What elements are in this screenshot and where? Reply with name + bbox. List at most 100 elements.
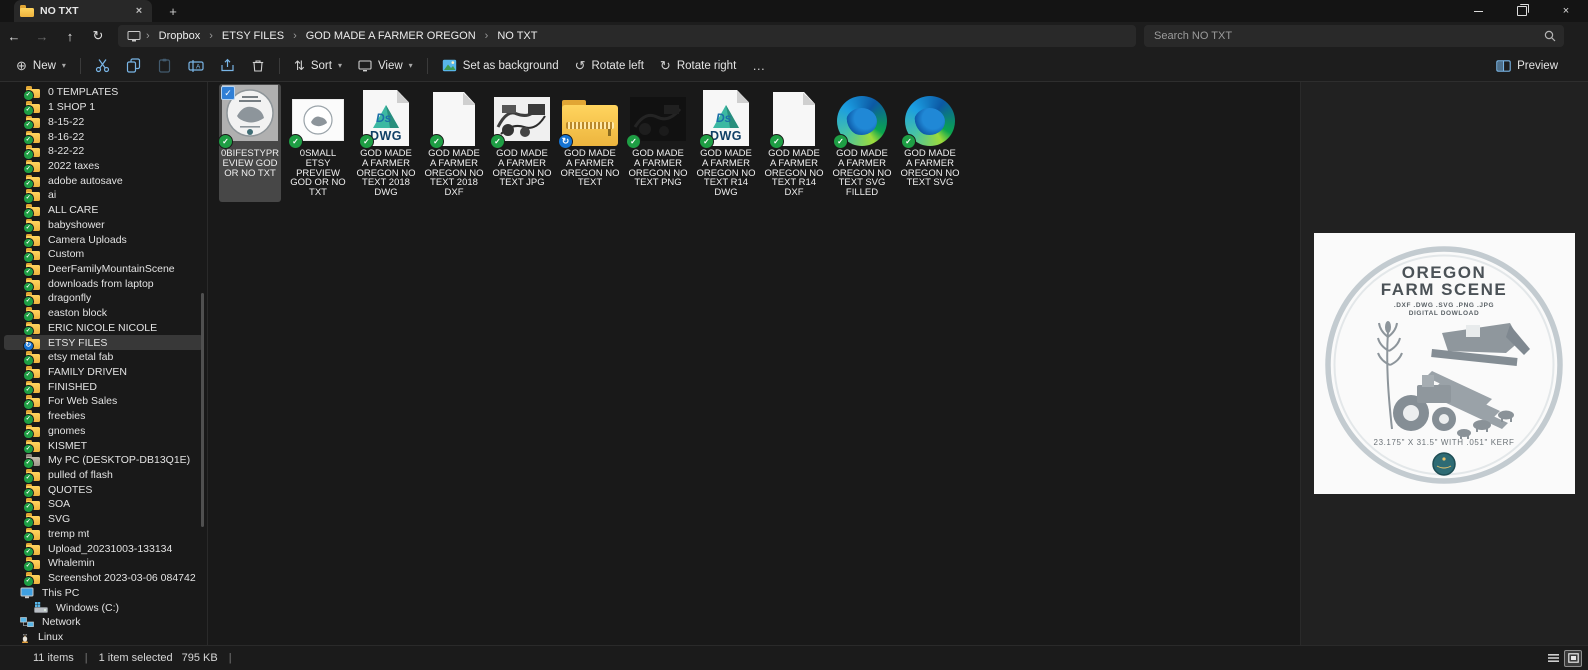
- sidebar-item-windows-c[interactable]: Windows (C:): [4, 600, 203, 615]
- details-view-button[interactable]: [1544, 650, 1562, 667]
- file-item[interactable]: ↻ GOD MADE A FARMER OREGON NO TEXT: [558, 84, 621, 202]
- sidebar-item-0-templates[interactable]: ✓ 0 TEMPLATES: [4, 85, 203, 101]
- sidebar-item-this-pc[interactable]: This PC: [4, 585, 203, 600]
- file-item[interactable]: ✓ 0SMALL ETSY PREVIEW GOD OR NO TXT: [287, 84, 349, 202]
- sidebar-item-label: pulled of flash: [48, 469, 113, 482]
- minimize-button[interactable]: [1456, 0, 1500, 22]
- sidebar-item-quotes[interactable]: ✓ QUOTES: [4, 482, 203, 499]
- synced-check-icon: ✓: [901, 134, 916, 149]
- new-label: New: [32, 59, 56, 72]
- sidebar-item-all-care[interactable]: ✓ ALL CARE: [4, 203, 203, 219]
- sidebar-item-2022-taxes[interactable]: ✓ 2022 taxes: [4, 159, 203, 175]
- file-name: GOD MADE A FARMER OREGON NO TEXT: [560, 148, 620, 189]
- breadcrumb-item[interactable]: ETSY FILES: [216, 29, 290, 43]
- cut-button[interactable]: [87, 53, 118, 78]
- picture-icon: [442, 59, 456, 72]
- sort-button[interactable]: ⇅ Sort ▾: [286, 53, 350, 78]
- sidebar-item-linux[interactable]: Linux: [4, 630, 203, 645]
- search-input[interactable]: [1152, 29, 1544, 43]
- more-options-button[interactable]: …: [744, 53, 773, 78]
- sidebar-item-upload-20231003-133134[interactable]: ✓ Upload_20231003-133134: [4, 541, 203, 558]
- delete-button[interactable]: [243, 53, 273, 78]
- up-button[interactable]: ↑: [56, 29, 84, 44]
- sidebar-item-soa[interactable]: ✓ SOA: [4, 497, 203, 513]
- sidebar-item-label: adobe autosave: [48, 174, 123, 187]
- toolbar-separator: [79, 57, 81, 74]
- sidebar-item-svg[interactable]: ✓ SVG: [4, 512, 203, 528]
- refresh-button[interactable]: ↻: [84, 28, 112, 44]
- sidebar-item-etsy-metal-fab[interactable]: ✓ etsy metal fab: [4, 350, 203, 366]
- breadcrumb-item[interactable]: Dropbox: [153, 29, 207, 43]
- sidebar-item-freebies[interactable]: ✓ freebies: [4, 409, 203, 425]
- sidebar-item-screenshot-2023-03-06-084742[interactable]: ✓ Screenshot 2023-03-06 084742: [4, 571, 203, 587]
- sidebar-item-gnomes[interactable]: ✓ gnomes: [4, 424, 203, 440]
- sidebar-item-ai[interactable]: ✓ ai: [4, 188, 203, 204]
- synced-check-icon: ✓: [769, 134, 784, 149]
- sidebar-item-for-web-sales[interactable]: ✓ For Web Sales: [4, 394, 203, 410]
- file-item[interactable]: ✓ GOD MADE A FARMER OREGON NO TEXT SVG FI…: [831, 84, 893, 202]
- sidebar-item-custom[interactable]: ✓ Custom: [4, 247, 203, 263]
- file-item[interactable]: ✓ GOD MADE A FARMER OREGON NO TEXT SVG: [899, 84, 961, 202]
- new-button[interactable]: ⊕ New ▾: [8, 53, 74, 78]
- view-button[interactable]: View ▾: [350, 53, 421, 78]
- sidebar-item-my-pc-desktop-db13q1e[interactable]: ✓ My PC (DESKTOP-DB13Q1E): [4, 453, 203, 469]
- tab-close-icon[interactable]: ×: [132, 5, 146, 17]
- sidebar-item-adobe-autosave[interactable]: ✓ adobe autosave: [4, 173, 203, 190]
- file-item[interactable]: ✓ GOD MADE A FARMER OREGON NO TEXT PNG: [626, 84, 689, 202]
- breadcrumb-bar[interactable]: › Dropbox › ETSY FILES › GOD MADE A FARMER OR…: [118, 25, 1136, 47]
- file-name: GOD MADE A FARMER OREGON NO TEXT 2018 DX…: [424, 148, 484, 199]
- file-name: GOD MADE A FARMER OREGON NO TEXT JPG: [492, 148, 552, 189]
- selected-checkbox-icon[interactable]: ✓: [221, 86, 235, 100]
- back-button[interactable]: ←: [0, 29, 28, 44]
- set-as-background-button[interactable]: Set as background: [434, 53, 567, 78]
- search-box[interactable]: [1144, 25, 1564, 47]
- sidebar-item-babyshower[interactable]: ✓ babyshower: [4, 217, 203, 234]
- preview-toggle-button[interactable]: Preview: [1488, 53, 1566, 78]
- sidebar-item-8-16-22[interactable]: ✓ 8-16-22: [4, 129, 203, 146]
- sidebar-item-eric-nicole-nicole[interactable]: ✓ ERIC NICOLE NICOLE: [4, 321, 203, 337]
- synced-check-icon: ✓: [23, 414, 34, 425]
- rotate-right-button[interactable]: ↻ Rotate right: [652, 53, 744, 78]
- sidebar-item-etsy-files[interactable]: ↻ ETSY FILES: [4, 335, 203, 352]
- sidebar-item-8-22-22[interactable]: ✓ 8-22-22: [4, 144, 203, 160]
- sidebar-item-network[interactable]: Network: [4, 615, 203, 630]
- sidebar-item-downloads-from-laptop[interactable]: ✓ downloads from laptop: [4, 276, 203, 293]
- breadcrumb-item[interactable]: NO TXT: [491, 29, 543, 43]
- sidebar-item-whalemin[interactable]: ✓ Whalemin: [4, 556, 203, 572]
- large-icons-view-button[interactable]: [1564, 649, 1582, 667]
- sidebar-item-kismet[interactable]: ✓ KISMET: [4, 438, 203, 455]
- synced-check-icon: ✓: [699, 134, 714, 149]
- rename-button[interactable]: A: [180, 53, 212, 78]
- file-item[interactable]: ✓ GOD MADE A FARMER OREGON NO TEXT 2018 D…: [423, 84, 485, 202]
- copy-button[interactable]: [118, 53, 149, 78]
- file-item[interactable]: ✓ GOD MADE A FARMER OREGON NO TEXT R14 DX…: [763, 84, 825, 202]
- window-controls: ×: [1456, 0, 1588, 22]
- sidebar-item-camera-uploads[interactable]: ✓ Camera Uploads: [4, 232, 203, 249]
- paste-button[interactable]: [149, 53, 180, 78]
- sidebar-item-tremp-mt[interactable]: ✓ tremp mt: [4, 527, 203, 543]
- file-item[interactable]: Ds DWG ✓ GOD MADE A FARMER OREGON NO TEXT 2…: [355, 84, 417, 202]
- file-grid: ✓ ✓ 0BIFESTYPREVIEW GOD OR NO TXT ✓ 0SMALL E…: [208, 82, 1300, 645]
- breadcrumb-item[interactable]: GOD MADE A FARMER OREGON: [300, 29, 482, 43]
- restore-button[interactable]: [1500, 0, 1544, 22]
- new-tab-button[interactable]: +: [164, 4, 182, 19]
- explorer-tab[interactable]: NO TXT ×: [14, 0, 152, 22]
- sidebar-item-pulled-of-flash[interactable]: ✓ pulled of flash: [4, 468, 203, 484]
- sidebar-item-label: Screenshot 2023-03-06 084742: [48, 572, 196, 585]
- file-item[interactable]: ✓ GOD MADE A FARMER OREGON NO TEXT JPG: [490, 84, 553, 202]
- file-item[interactable]: Ds DWG ✓ GOD MADE A FARMER OREGON NO TEXT R…: [695, 84, 757, 202]
- rotate-left-button[interactable]: ↺ Rotate left: [567, 53, 652, 78]
- forward-button[interactable]: →: [28, 29, 56, 44]
- sidebar-item-easton-block[interactable]: ✓ easton block: [4, 306, 203, 322]
- sidebar-item-family-driven[interactable]: ✓ FAMILY DRIVEN: [4, 365, 203, 381]
- share-button[interactable]: [212, 53, 243, 78]
- sidebar-scrollbar[interactable]: [201, 293, 204, 527]
- sidebar-item-1-shop-1[interactable]: ✓ 1 SHOP 1: [4, 100, 203, 116]
- sidebar-item-8-15-22[interactable]: ✓ 8-15-22: [4, 114, 203, 131]
- sidebar-item-finished[interactable]: ✓ FINISHED: [4, 379, 203, 396]
- sidebar-item-deerfamilymountainscene[interactable]: ✓ DeerFamilyMountainScene: [4, 262, 203, 278]
- sidebar-item-dragonfly[interactable]: ✓ dragonfly: [4, 291, 203, 307]
- file-item[interactable]: ✓ ✓ 0BIFESTYPREVIEW GOD OR NO TXT: [218, 84, 281, 202]
- command-toolbar: ⊕ New ▾ A ⇅ Sort ▾ View ▾ Set as backgro…: [0, 50, 1588, 82]
- close-button[interactable]: ×: [1544, 0, 1588, 22]
